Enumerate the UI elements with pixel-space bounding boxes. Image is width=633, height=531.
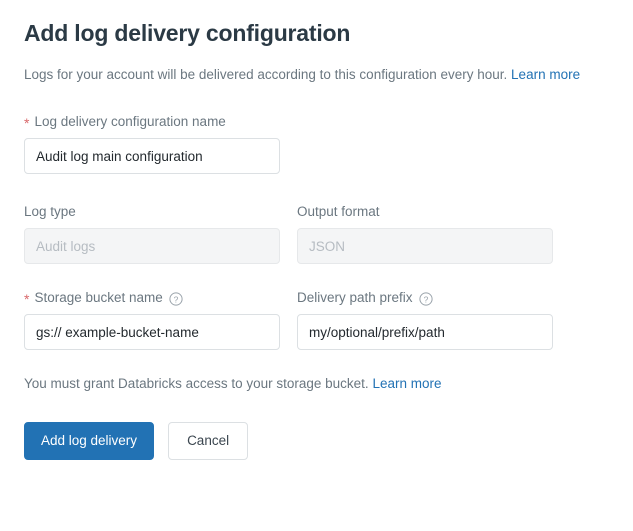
grant-access-note: You must grant Databricks access to your… [24,350,609,393]
label-text: Log delivery configuration name [34,114,226,129]
help-circle-icon[interactable]: ? [169,292,183,306]
label-storage-bucket-name: * Storage bucket name ? [24,289,280,307]
add-log-delivery-configuration-page: Add log delivery configuration Logs for … [0,0,633,531]
required-asterisk: * [24,115,30,131]
delivery-path-prefix-input[interactable] [297,314,553,350]
label-log-type: Log type [24,203,280,221]
field-log-delivery-configuration-name: * Log delivery configuration name [24,113,280,174]
field-delivery-path-prefix: Delivery path prefix ? [297,289,553,350]
intro-text: Logs for your account will be delivered … [24,67,508,82]
label-text: Log type [24,204,76,219]
intro-learn-more-link[interactable]: Learn more [511,67,580,82]
required-asterisk: * [24,291,30,307]
field-row-bucket-and-prefix: * Storage bucket name ? Delivery path pr… [24,264,609,350]
label-output-format: Output format [297,203,553,221]
page-title: Add log delivery configuration [24,20,351,46]
svg-text:?: ? [173,294,178,304]
label-text: Storage bucket name [34,290,163,305]
help-circle-icon[interactable]: ? [418,292,433,306]
label-text: Delivery path prefix [297,290,413,305]
field-storage-bucket-name: * Storage bucket name ? [24,289,280,350]
field-row-log-type-output-format: Log type Output format [24,174,609,264]
log-delivery-configuration-name-input[interactable] [24,138,280,174]
output-format-input [297,228,553,264]
grant-note-text: You must grant Databricks access to your… [24,376,369,391]
storage-bucket-name-input[interactable] [24,314,280,350]
grant-note-learn-more-link[interactable]: Learn more [372,376,441,391]
field-row-configuration-name: * Log delivery configuration name [24,84,609,174]
intro-description: Logs for your account will be delivered … [24,48,609,84]
field-log-type: Log type [24,203,280,264]
label-text: Output format [297,204,380,219]
form-action-buttons: Add log delivery Cancel [24,393,609,460]
label-log-delivery-configuration-name: * Log delivery configuration name [24,113,280,131]
cancel-button[interactable]: Cancel [168,422,249,460]
log-type-input [24,228,280,264]
svg-text:?: ? [423,294,428,304]
add-log-delivery-button[interactable]: Add log delivery [24,422,155,460]
label-delivery-path-prefix: Delivery path prefix ? [297,289,553,307]
field-output-format: Output format [297,203,553,264]
